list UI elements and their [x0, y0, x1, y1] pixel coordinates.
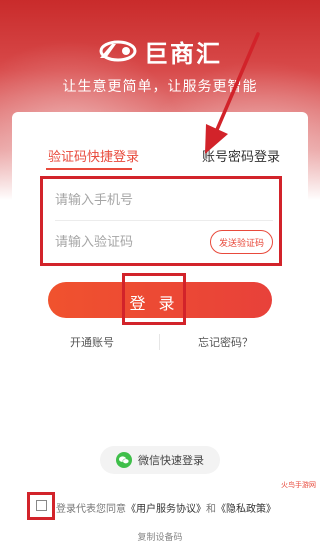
- logo-text: 巨商汇: [144, 39, 222, 68]
- agreement-checkbox[interactable]: [36, 500, 47, 511]
- phone-input[interactable]: [55, 193, 205, 208]
- tab-password-login[interactable]: 账号密码登录: [202, 146, 280, 165]
- agreement-and: 和: [206, 504, 216, 515]
- input-group-highlight: 发送验证码: [40, 176, 282, 266]
- tagline: 让生意更简单，让服务更智能: [62, 79, 258, 95]
- wechat-login-button[interactable]: 微信快速登录: [100, 446, 220, 474]
- agreement-prefix: 登录代表您同意: [56, 504, 126, 515]
- privacy-policy-link[interactable]: 《隐私政策》: [216, 504, 276, 515]
- phone-row: [55, 181, 273, 221]
- active-tab-indicator: [46, 168, 132, 170]
- wechat-login-label: 微信快速登录: [138, 454, 204, 467]
- app-logo: 巨商汇: [98, 36, 222, 68]
- copy-device-code-link[interactable]: 复制设备码: [0, 530, 320, 543]
- logo-mark-icon: [99, 40, 137, 62]
- wechat-icon: [116, 452, 132, 468]
- forgot-password-link[interactable]: 忘记密码？: [198, 334, 253, 350]
- login-highlight-box: [122, 273, 186, 325]
- tab-sms-login[interactable]: 验证码快捷登录: [48, 146, 139, 165]
- link-divider: [159, 334, 160, 350]
- agreement-text: 登录代表您同意《用户服务协议》和《隐私政策》: [56, 500, 276, 515]
- watermark: 火鸟手游网: [281, 481, 316, 489]
- code-row: 发送验证码: [55, 222, 273, 262]
- verification-code-input[interactable]: [55, 234, 205, 250]
- send-code-button[interactable]: 发送验证码: [209, 230, 273, 254]
- open-account-link[interactable]: 开通账号: [70, 334, 114, 350]
- user-agreement-link[interactable]: 《用户服务协议》: [126, 504, 206, 515]
